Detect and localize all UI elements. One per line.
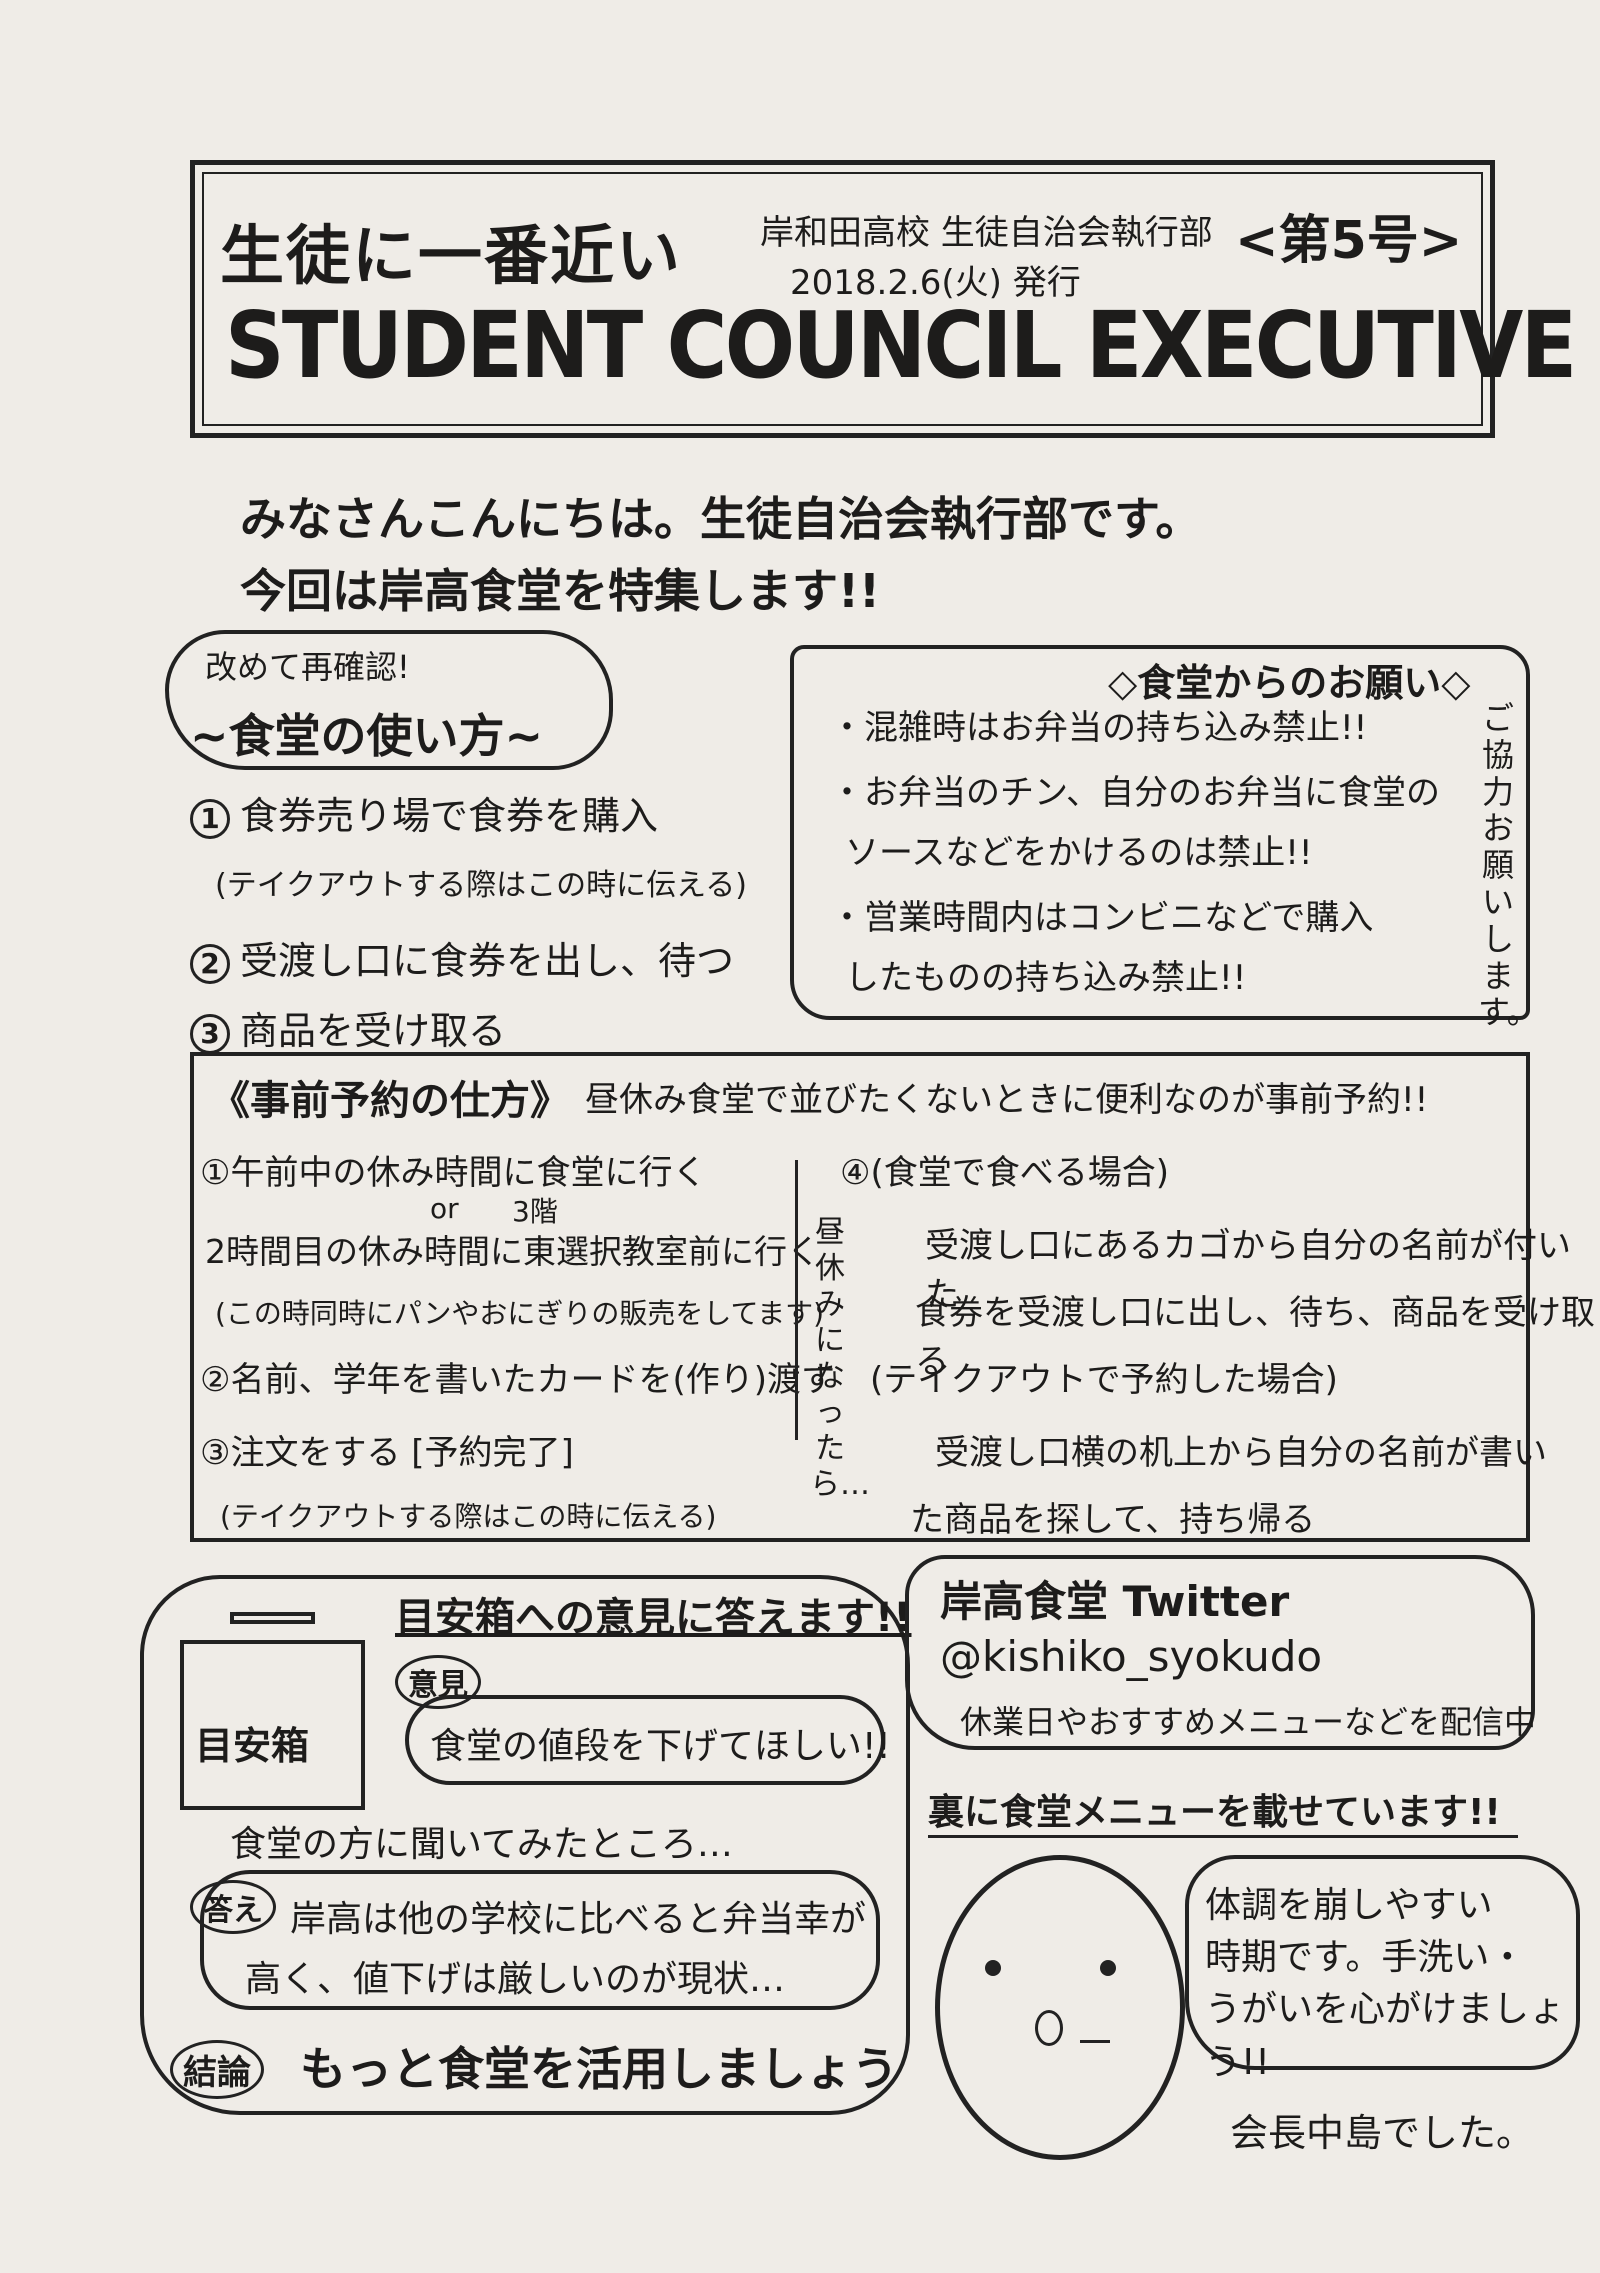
arrow-line xyxy=(795,1160,798,1440)
issue-number: <第5号> xyxy=(1235,211,1463,271)
twitter-description: 休業日やおすすめメニューなどを配信中 xyxy=(960,1703,1537,1741)
school-name: 岸和田高校 生徒自治会執行部 xyxy=(760,213,1213,253)
reservation-step-1b: 2時間目の休み時間に東選択教室前に行く xyxy=(205,1232,820,1271)
nose-icon xyxy=(1035,2010,1063,2046)
ballot-slot xyxy=(230,1612,315,1624)
reservation-step-3: ③注文をする [予約完了] xyxy=(200,1433,574,1473)
reservation-step-4e: た商品を探して、持ち帰る xyxy=(910,1500,1316,1540)
message-line-2: 時期です。手洗い・ xyxy=(1205,1937,1526,1979)
step-text: 受渡し口に食券を出し、待つ xyxy=(240,939,735,983)
request-item: ・営業時間内はコンビニなどで購入 xyxy=(830,898,1374,938)
step-number: 2 xyxy=(190,943,230,984)
reservation-step-1-note: (この時同時にパンやおにぎりの販売をしてます) xyxy=(215,1297,825,1330)
reservation-vertical-note: 昼休みになったら… xyxy=(810,1215,870,1502)
howto-step-2: 2 受渡し口に食券を出し、待つ xyxy=(190,930,734,985)
newsletter-title: STUDENT COUNCIL EXECUTIVE xyxy=(225,292,1577,399)
howto-step-1: 1 食券売り場で食券を購入 xyxy=(190,785,658,840)
answer-line-2: 高く、値下げは厳しいのが現状… xyxy=(245,1959,786,2000)
request-item: ・お弁当のチン、自分のお弁当に食堂の xyxy=(830,773,1440,813)
eye-icon xyxy=(1100,1960,1116,1976)
reservation-step-1a: ①午前中の休み時間に食堂に行く xyxy=(200,1153,707,1193)
requests-title: ◇食堂からのお願い◇ xyxy=(1108,661,1471,705)
howto-subtitle: 改めて再確認! xyxy=(205,648,410,686)
request-item: ソースなどをかけるのは禁止!! xyxy=(845,833,1313,873)
reservation-title: 《事前予約の仕方》 xyxy=(210,1078,570,1124)
intro-line-2: 今回は岸高食堂を特集します!! xyxy=(240,564,880,618)
eye-icon xyxy=(985,1960,1001,1976)
step-number: 1 xyxy=(190,798,230,839)
request-item: したものの持ち込み禁止!! xyxy=(845,958,1247,998)
howto-note: (テイクアウトする際はこの時に伝える) xyxy=(215,868,747,903)
step-text: 商品を受け取る xyxy=(240,1009,507,1053)
underline xyxy=(928,1835,1518,1838)
suggestion-title: 目安箱への意見に答えます!! xyxy=(395,1595,912,1641)
request-item: ・混雑時はお弁当の持ち込み禁止!! xyxy=(830,708,1368,748)
message-line-3: うがいを心がけましょう!! xyxy=(1205,1989,1566,2083)
reservation-or: or xyxy=(430,1192,459,1225)
conclusion-tag: 結論 xyxy=(170,2040,264,2099)
mouth-icon xyxy=(1080,2040,1110,2043)
step-number: 3 xyxy=(190,1013,230,1054)
asked-text: 食堂の方に聞いてみたところ… xyxy=(230,1824,733,1865)
reservation-step-4: ④(食堂で食べる場合) xyxy=(840,1153,1170,1193)
reservation-step-4d: 受渡し口横の机上から自分の名前が書い xyxy=(935,1433,1547,1473)
opinion-text: 食堂の値段を下げてほしい!! xyxy=(430,1726,891,1767)
tagline: 生徒に一番近い xyxy=(220,220,682,294)
ballot-box-label: 目安箱 xyxy=(195,1724,310,1768)
step-text: 食券売り場で食券を購入 xyxy=(240,794,659,838)
twitter-title: 岸高食堂 Twitter xyxy=(940,1577,1290,1626)
health-message: 体調を崩しやすい 時期です。手洗い・ うがいを心がけましょう!! xyxy=(1205,1880,1600,2089)
reservation-step-3-note: (テイクアウトする際はこの時に伝える) xyxy=(220,1500,717,1533)
intro-line-1: みなさんこんにちは。生徒自治会執行部です。 xyxy=(240,492,1202,546)
howto-step-3: 3 商品を受け取る xyxy=(190,1000,506,1055)
back-menu-note: 裏に食堂メニューを載せています!! xyxy=(928,1792,1501,1833)
reservation-step-2: ②名前、学年を書いたカードを(作り)渡す xyxy=(200,1360,836,1400)
howto-title: ~食堂の使い方~ xyxy=(190,709,544,763)
reservation-floor: 3階 xyxy=(512,1195,558,1228)
requests-side-note: ご協力お願いします。 xyxy=(1478,699,1539,1032)
president-face-illustration xyxy=(935,1855,1185,2160)
reservation-step-4c: (テイクアウトで予約した場合) xyxy=(870,1360,1338,1400)
twitter-handle: @kishiko_syokudo xyxy=(940,1632,1323,1681)
reservation-description: 昼休み食堂で並びたくないときに便利なのが事前予約!! xyxy=(585,1080,1429,1120)
conclusion-text: もっと食堂を活用しましょう xyxy=(300,2042,898,2096)
signature: 会長中島でした。 xyxy=(1230,2111,1535,2155)
answer-line-1: 岸高は他の学校に比べると弁当幸が xyxy=(290,1899,867,1940)
message-line-1: 体調を崩しやすい xyxy=(1205,1885,1493,1926)
